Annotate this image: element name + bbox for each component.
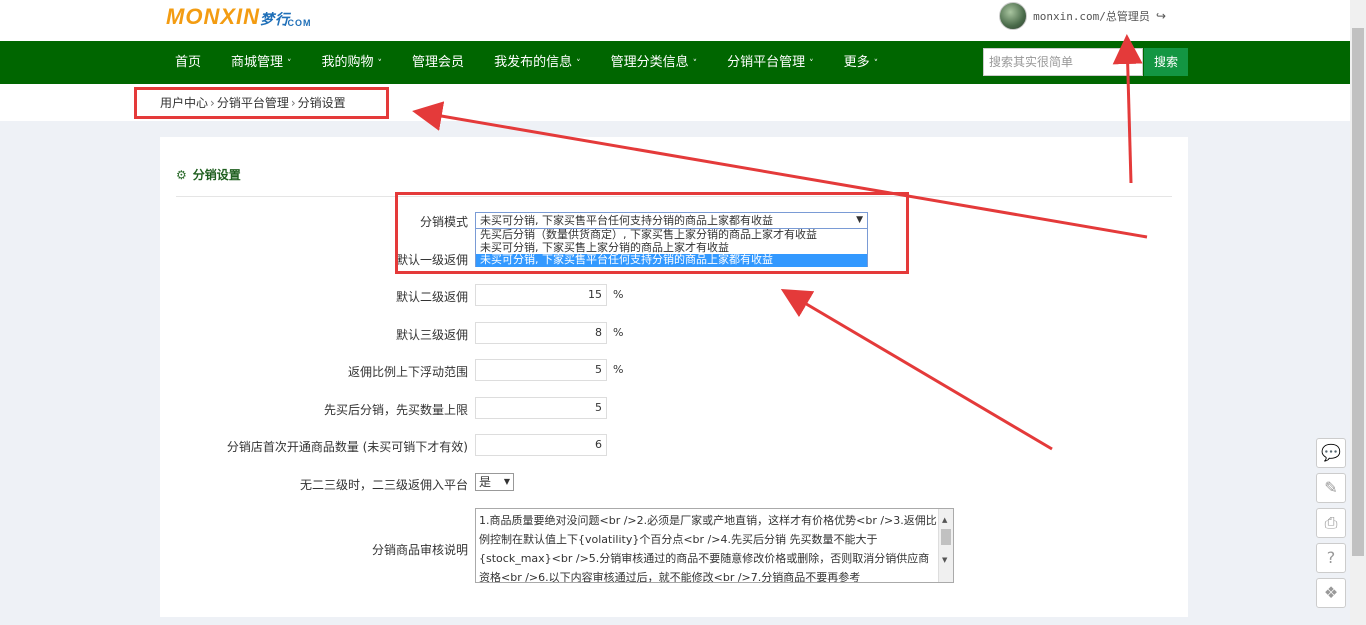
search-input[interactable]: 搜索其实很简单 <box>983 48 1143 76</box>
scroll-up-icon[interactable]: ▲ <box>942 511 947 530</box>
top-bar: MONXIN梦行 .COM monxin.com/总管理员 ↪ <box>0 0 1350 41</box>
chevron-down-icon: ˅ <box>576 59 581 69</box>
field-label: 分销店首次开通商品数量 (未买可销下才有效) <box>226 440 468 454</box>
help-icon[interactable]: ? <box>1316 543 1346 573</box>
wechat-icon[interactable]: 💬 <box>1316 438 1346 468</box>
panel-title-text: 分销设置 <box>192 168 241 182</box>
chevron-down-icon: ˅ <box>692 59 698 69</box>
field-label: 默认二级返佣 <box>395 290 468 304</box>
level3-commission-input[interactable]: 8 <box>475 322 607 344</box>
field-label: 返佣比例上下浮动范围 <box>347 365 468 379</box>
nav-item-3[interactable]: 管理会员 <box>397 41 479 84</box>
gears-icon: ⚙ <box>176 167 187 182</box>
print-icon[interactable]: ⎙ <box>1316 508 1346 538</box>
user-name-link[interactable]: monxin.com/总管理员 <box>1033 8 1150 24</box>
field-label: 先买后分销，先买数量上限 <box>323 403 468 417</box>
nav-item-label: 商城管理 <box>231 55 284 70</box>
review-label: 分销商品审核说明 <box>371 543 468 557</box>
percent-unit: % <box>613 326 624 339</box>
initial-goods-count-input[interactable]: 6 <box>475 434 607 456</box>
review-text: 1.商品质量要绝对没问题<br />2.必须是厂家或产地直销，这样才有价格优势<… <box>479 514 937 583</box>
logout-icon[interactable]: ↪ <box>1156 9 1166 23</box>
nav-item-label: 管理分类信息 <box>610 55 689 70</box>
textarea-scrollbar[interactable]: ▲ ▼ <box>938 509 953 582</box>
edit-icon[interactable]: ✎ <box>1316 473 1346 503</box>
level2-commission-input[interactable]: 15 <box>475 284 607 306</box>
textarea-scroll-thumb[interactable] <box>941 529 951 545</box>
platform-select-value: 是 <box>479 475 492 489</box>
nav-item-label: 更多 <box>843 55 870 70</box>
nav-item-2[interactable]: 我的购物 ˅ <box>307 41 398 84</box>
nav-item-label: 首页 <box>175 55 202 70</box>
user-info[interactable]: monxin.com/总管理员 ↪ <box>999 2 1166 30</box>
nav-item-label: 我的购物 <box>321 55 374 70</box>
chevron-down-icon: ˅ <box>287 59 292 69</box>
share-icon[interactable]: ❖ <box>1316 578 1346 608</box>
nav-menu: 首页 商城管理 ˅ 我的购物 ˅ 管理会员 我发布的信息 ˅ 管理分类信息 ˅ 分销平台管理 ˅ 更多 ˅ <box>160 41 893 84</box>
annotation-box-mode <box>395 192 909 274</box>
nav-item-label: 管理会员 <box>412 55 465 70</box>
page-scroll-thumb[interactable] <box>1352 28 1364 556</box>
stock-max-input[interactable]: 5 <box>475 397 607 419</box>
nav-item-4[interactable]: 我发布的信息 ˅ <box>479 41 596 84</box>
scroll-down-icon[interactable]: ▼ <box>942 551 947 570</box>
avatar[interactable] <box>999 2 1028 30</box>
platform-label: 无二三级时，二三级返佣入平台 <box>299 478 468 492</box>
nav-item-0[interactable]: 首页 <box>160 41 216 84</box>
chevron-down-icon: ˅ <box>873 59 879 69</box>
nav-item-label: 我发布的信息 <box>494 55 573 70</box>
panel-title: ⚙ 分销设置 <box>176 166 241 183</box>
field-label: 默认三级返佣 <box>395 328 468 342</box>
nav-item-1[interactable]: 商城管理 ˅ <box>216 41 307 84</box>
nav-item-6[interactable]: 分销平台管理 ˅ <box>712 41 829 84</box>
nav-item-7[interactable]: 更多 ˅ <box>829 41 894 84</box>
chevron-down-icon: ˅ <box>377 59 383 69</box>
chevron-down-icon: ▼ <box>503 477 510 486</box>
percent-unit: % <box>613 288 624 301</box>
chevron-down-icon: ˅ <box>809 59 814 69</box>
annotation-box-breadcrumb <box>134 87 389 119</box>
nav-item-5[interactable]: 管理分类信息 ˅ <box>596 41 713 84</box>
volatility-input[interactable]: 5 <box>475 359 607 381</box>
nav-item-label: 分销平台管理 <box>727 55 806 70</box>
site-logo[interactable]: MONXIN梦行 .COM <box>166 4 311 30</box>
search-button[interactable]: 搜索 <box>1144 48 1188 76</box>
page-scrollbar[interactable] <box>1350 0 1366 625</box>
review-textarea[interactable]: 1.商品质量要绝对没问题<br />2.必须是厂家或产地直销，这样才有价格优势<… <box>475 508 954 583</box>
side-toolbar: 💬 ✎ ⎙ ? ❖ <box>1316 438 1346 608</box>
platform-select[interactable]: 是 ▼ <box>475 473 514 491</box>
percent-unit: % <box>613 363 624 376</box>
